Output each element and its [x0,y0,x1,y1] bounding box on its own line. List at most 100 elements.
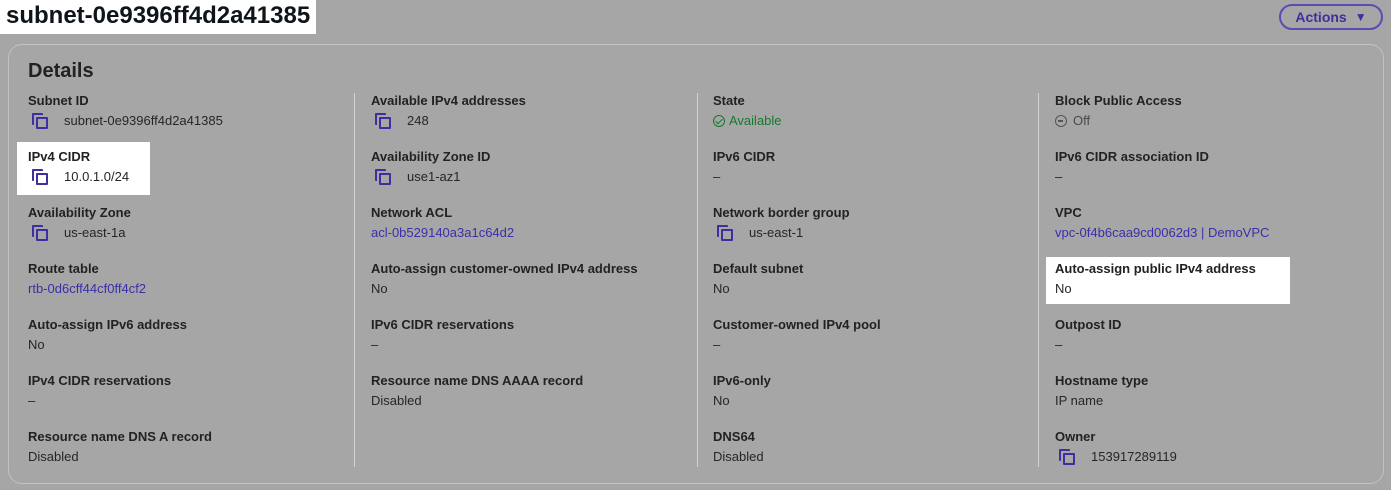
field-label: Route table [28,261,99,276]
field-ipv4-cidr: IPv4 CIDR 10.0.1.0/24 [28,149,348,197]
field-outpost-id: Outpost ID – [1055,317,1375,365]
field-value: – [371,337,378,353]
field-label: Customer-owned IPv4 pool [713,317,881,332]
field-label: State [713,93,745,108]
field-value: No [28,337,45,353]
field-value: – [713,169,720,185]
field-value: – [713,337,720,353]
field-value-text: us-east-1a [64,225,126,240]
field-value: Off [1055,113,1090,129]
field-label: Auto-assign customer-owned IPv4 address [371,261,638,276]
field-value-text: Disabled [713,449,764,464]
field-label: Block Public Access [1055,93,1182,108]
copy-icon[interactable] [375,169,391,185]
field-auto-assign-public-ipv4-address: Auto-assign public IPv4 address No [1055,261,1375,309]
copy-icon[interactable] [375,113,391,129]
field-value-text: use1-az1 [407,169,461,184]
field-network-acl: Network ACL acl-0b529140a3a1c64d2 [371,205,691,253]
details-panel: Details Subnet ID subnet-0e9396ff4d2a4138… [8,44,1384,484]
field-ipv6-only: IPv6-only No [713,373,1033,421]
field-value-text[interactable]: vpc-0f4b6caa9cd0062d3 | DemoVPC [1055,225,1269,241]
field-label: IPv6 CIDR association ID [1055,149,1209,164]
field-value[interactable]: vpc-0f4b6caa9cd0062d3 | DemoVPC [1055,225,1269,241]
field-label: Subnet ID [28,93,89,108]
field-value[interactable]: rtb-0d6cff44cf0ff4cf2 [28,281,146,297]
field-value: 153917289119 [1055,449,1177,465]
field-owner: Owner 153917289119 [1055,429,1375,477]
field-value-text: Off [1073,113,1091,128]
field-label: Auto-assign IPv6 address [28,317,187,332]
field-value-text[interactable]: rtb-0d6cff44cf0ff4cf2 [28,281,146,297]
field-label: Outpost ID [1055,317,1122,332]
minus-circle-icon [1055,115,1067,127]
field-network-border-group: Network border group us-east-1 [713,205,1033,253]
field-availability-zone: Availability Zone us-east-1a [28,205,348,253]
field-label: IPv4 CIDR [28,149,91,164]
field-value: – [28,393,35,409]
field-value: – [1055,169,1062,185]
field-value-text: IP name [1055,393,1104,408]
field-value-text[interactable]: acl-0b529140a3a1c64d2 [371,225,514,241]
actions-label: Actions [1295,9,1347,25]
field-block-public-access: Block Public Access Off [1055,93,1375,141]
field-customer-owned-ipv4-pool: Customer-owned IPv4 pool – [713,317,1033,365]
copy-icon[interactable] [32,169,48,185]
details-title: Details [28,60,94,82]
field-label: Hostname type [1055,373,1149,388]
copy-icon[interactable] [717,225,733,241]
field-label: Auto-assign public IPv4 address [1055,261,1256,276]
field-label: Availability Zone ID [371,149,491,164]
field-value: No [713,393,730,409]
field-ipv6-cidr-association-id: IPv6 CIDR association ID – [1055,149,1375,197]
field-value-text: – [713,337,721,352]
field-value: 10.0.1.0/24 [28,169,129,185]
field-value-text: 248 [407,113,429,128]
field-value-text: – [28,393,36,408]
column-divider [697,93,698,467]
field-auto-assign-customer-owned-ipv4-address: Auto-assign customer-owned IPv4 address N… [371,261,691,309]
field-value-text: Disabled [371,393,422,408]
copy-icon[interactable] [32,113,48,129]
column-divider [1038,93,1039,467]
page-title: subnet-0e9396ff4d2a41385 [0,0,317,34]
field-label: VPC [1055,205,1082,220]
column-divider [354,93,355,467]
field-value-text: Disabled [28,449,79,464]
field-value: – [1055,337,1062,353]
field-value-text: No [713,281,730,296]
copy-icon[interactable] [32,225,48,241]
field-value-text: – [371,337,379,352]
field-label: IPv6 CIDR reservations [371,317,515,332]
field-value: us-east-1 [713,225,803,241]
field-value: subnet-0e9396ff4d2a41385 [28,113,223,129]
field-label: IPv4 CIDR reservations [28,373,172,388]
actions-button[interactable]: Actions ▼ [1279,4,1383,30]
field-value: Disabled [28,449,79,465]
field-value-text: us-east-1 [749,225,804,240]
field-value-text: Available [729,113,782,128]
field-route-table: Route table rtb-0d6cff44cf0ff4cf2 [28,261,348,309]
field-vpc: VPC vpc-0f4b6caa9cd0062d3 | DemoVPC [1055,205,1375,253]
field-label: Resource name DNS A record [28,429,212,444]
field-ipv6-cidr: IPv6 CIDR – [713,149,1033,197]
field-value: No [713,281,730,297]
field-default-subnet: Default subnet No [713,261,1033,309]
field-value-text: No [371,281,388,296]
copy-icon[interactable] [1059,449,1075,465]
field-availability-zone-id: Availability Zone ID use1-az1 [371,149,691,197]
field-label: DNS64 [713,429,755,444]
field-value-text: No [1055,281,1072,296]
field-label: Owner [1055,429,1096,444]
field-label: Availability Zone [28,205,131,220]
field-value-text: – [713,169,721,184]
field-available-ipv4-addresses: Available IPv4 addresses 248 [371,93,691,141]
field-value: us-east-1a [28,225,125,241]
field-value[interactable]: acl-0b529140a3a1c64d2 [371,225,514,241]
field-label: Network border group [713,205,850,220]
field-value-text: No [713,393,730,408]
field-subnet-id: Subnet ID subnet-0e9396ff4d2a41385 [28,93,348,141]
field-value: use1-az1 [371,169,460,185]
field-label: Default subnet [713,261,804,276]
field-label: Available IPv4 addresses [371,93,526,108]
field-ipv4-cidr-reservations: IPv4 CIDR reservations – [28,373,348,421]
